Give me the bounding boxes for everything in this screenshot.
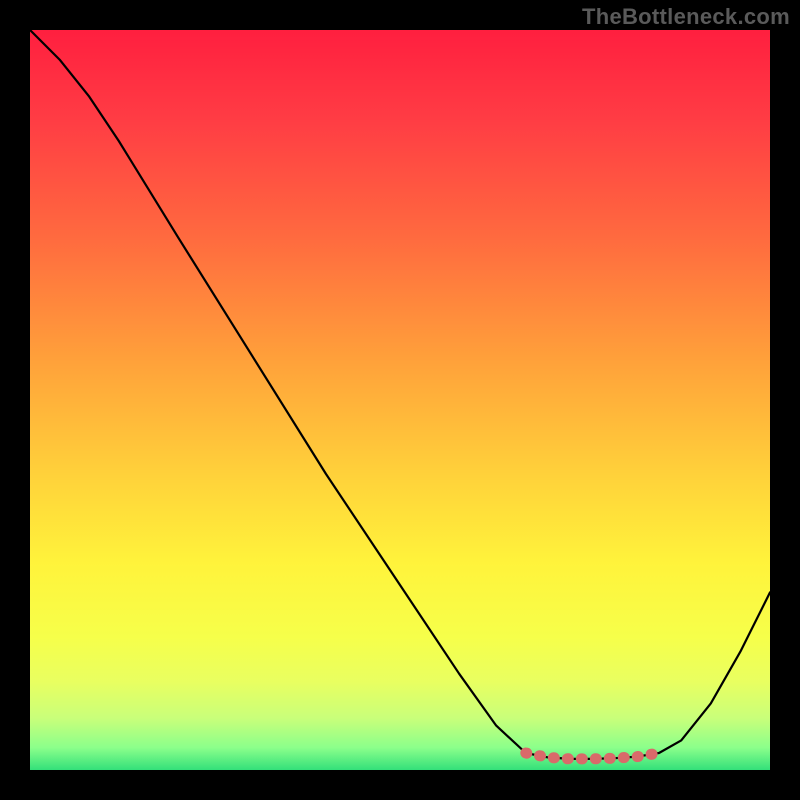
chart-svg bbox=[30, 30, 770, 770]
chart-background bbox=[30, 30, 770, 770]
watermark-text: TheBottleneck.com bbox=[582, 4, 790, 30]
bottleneck-chart bbox=[30, 30, 770, 770]
